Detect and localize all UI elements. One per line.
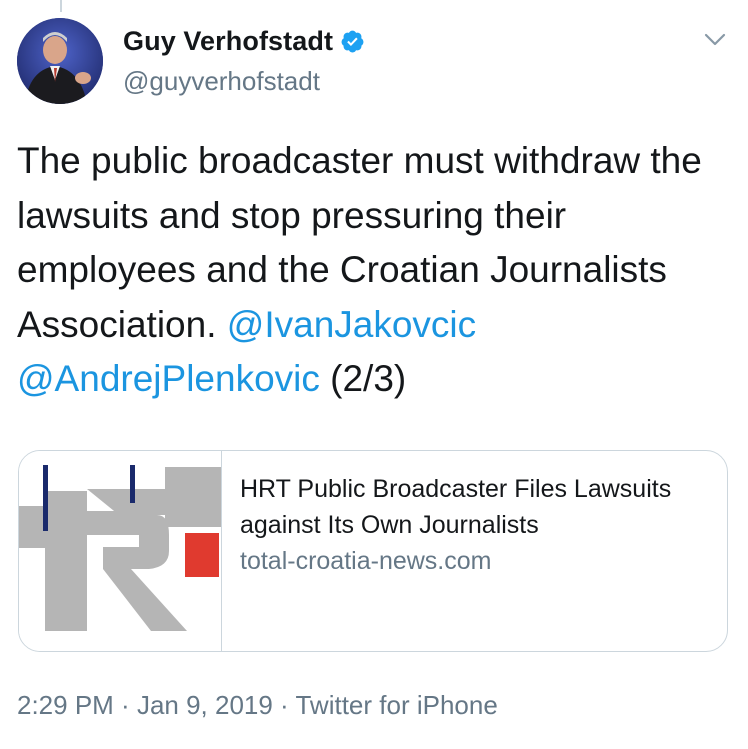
- chevron-down-icon[interactable]: [703, 32, 727, 48]
- tweet-source-link[interactable]: Twitter for iPhone: [295, 690, 497, 720]
- card-body: HRT Public Broadcaster Files Lawsuits ag…: [240, 471, 720, 579]
- verified-badge-icon: [340, 29, 365, 54]
- author-display-name[interactable]: Guy Verhofstadt: [123, 26, 333, 57]
- avatar-photo: [17, 18, 103, 104]
- author-name-row[interactable]: Guy Verhofstadt: [123, 26, 365, 57]
- tweet-metadata: 2:29 PM · Jan 9, 2019 · Twitter for iPho…: [17, 690, 498, 721]
- tweet-text: The public broadcaster must withdraw the…: [17, 134, 742, 407]
- meta-separator: ·: [272, 690, 296, 720]
- avatar[interactable]: [17, 18, 103, 104]
- mention-link-ivanjakovcic[interactable]: @IvanJakovcic: [227, 304, 476, 345]
- card-thumbnail: [19, 451, 222, 651]
- tweet-date[interactable]: Jan 9, 2019: [137, 690, 273, 720]
- hrt-logo-icon: [19, 465, 221, 631]
- card-title[interactable]: HRT Public Broadcaster Files Lawsuits ag…: [240, 471, 720, 543]
- thread-connector-line: [60, 0, 62, 12]
- mention-link-andrejplenkovic[interactable]: @AndrejPlenkovic: [17, 358, 320, 399]
- meta-separator: ·: [113, 690, 137, 720]
- tweet-time[interactable]: 2:29 PM: [17, 690, 114, 720]
- card-domain: total-croatia-news.com: [240, 547, 492, 575]
- author-handle[interactable]: @guyverhofstadt: [123, 66, 320, 97]
- link-preview-card[interactable]: HRT Public Broadcaster Files Lawsuits ag…: [18, 450, 728, 652]
- tweet-thread-counter: (2/3): [319, 358, 407, 399]
